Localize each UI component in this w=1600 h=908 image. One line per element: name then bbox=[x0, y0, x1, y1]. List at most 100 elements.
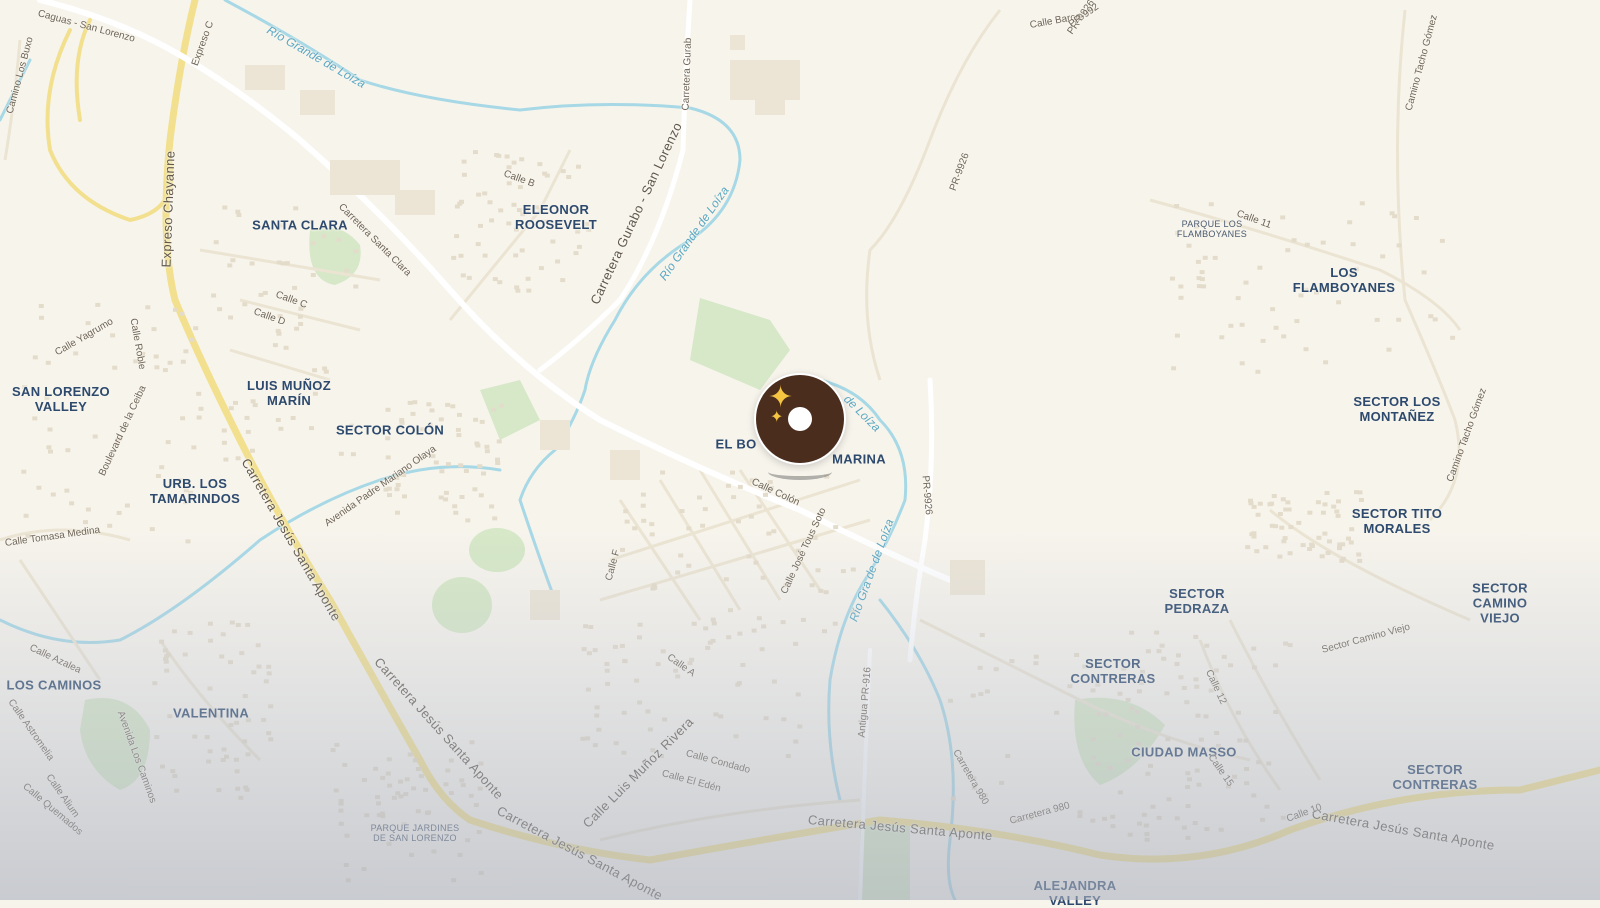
house bbox=[338, 451, 344, 456]
house bbox=[415, 767, 421, 771]
house bbox=[21, 469, 27, 474]
house bbox=[1110, 824, 1116, 829]
house bbox=[151, 327, 157, 332]
house bbox=[1033, 661, 1039, 666]
house bbox=[454, 204, 460, 209]
map-view[interactable]: SANTA CLARA ELEONOR ROOSEVELT SAN LORENZO … bbox=[0, 0, 1600, 908]
house bbox=[23, 513, 29, 518]
house bbox=[1136, 689, 1142, 694]
house bbox=[1320, 510, 1326, 515]
house bbox=[728, 608, 733, 613]
house bbox=[1181, 686, 1187, 690]
house bbox=[1174, 662, 1180, 666]
house bbox=[154, 735, 160, 739]
house bbox=[309, 426, 314, 431]
house bbox=[1186, 243, 1192, 248]
house bbox=[429, 408, 435, 413]
house bbox=[239, 651, 245, 656]
house bbox=[1347, 220, 1353, 225]
house bbox=[278, 426, 284, 431]
house bbox=[445, 768, 451, 773]
house bbox=[1273, 710, 1279, 714]
house bbox=[456, 433, 462, 438]
house bbox=[797, 724, 803, 729]
house bbox=[387, 783, 393, 788]
house bbox=[179, 311, 185, 316]
house bbox=[234, 769, 240, 774]
house bbox=[621, 710, 627, 715]
house bbox=[224, 754, 229, 759]
house bbox=[1174, 204, 1180, 208]
house bbox=[234, 720, 240, 725]
house bbox=[1374, 317, 1380, 322]
place-label-santa-clara: SANTA CLARA bbox=[252, 217, 348, 233]
house bbox=[256, 664, 262, 669]
house bbox=[380, 814, 386, 819]
house bbox=[1243, 280, 1249, 285]
house bbox=[1432, 317, 1438, 322]
house bbox=[637, 700, 643, 705]
place-label-marina: MARINA bbox=[832, 451, 886, 467]
house bbox=[207, 749, 213, 754]
place-label-valentina: VALENTINA bbox=[172, 705, 250, 721]
house bbox=[387, 493, 392, 498]
house bbox=[438, 417, 444, 422]
house bbox=[477, 464, 483, 469]
house bbox=[970, 693, 976, 698]
house bbox=[1110, 814, 1116, 819]
house bbox=[1143, 823, 1149, 828]
house bbox=[407, 400, 413, 405]
house bbox=[771, 679, 777, 684]
house bbox=[481, 471, 486, 476]
house bbox=[479, 419, 485, 424]
house bbox=[208, 638, 214, 643]
house bbox=[172, 307, 178, 312]
house bbox=[321, 234, 327, 239]
house bbox=[1255, 512, 1261, 517]
house bbox=[519, 248, 525, 253]
house bbox=[740, 663, 746, 667]
house bbox=[32, 355, 38, 360]
house bbox=[660, 470, 666, 475]
house bbox=[344, 833, 350, 838]
house bbox=[544, 173, 550, 178]
location-marker[interactable]: ✦ ✦ bbox=[754, 373, 846, 465]
house bbox=[978, 692, 984, 697]
carretera-gurabo-road bbox=[537, 0, 693, 373]
house bbox=[465, 518, 471, 523]
house bbox=[1174, 816, 1180, 821]
house bbox=[221, 440, 227, 445]
house bbox=[756, 504, 762, 509]
house bbox=[736, 681, 742, 686]
house bbox=[604, 662, 610, 666]
marker-shadow bbox=[768, 464, 832, 480]
house bbox=[410, 411, 416, 416]
house bbox=[634, 678, 640, 683]
house bbox=[1237, 738, 1243, 743]
house bbox=[1254, 549, 1260, 554]
house bbox=[1033, 654, 1039, 659]
house bbox=[1335, 513, 1341, 518]
house bbox=[345, 878, 351, 883]
house bbox=[189, 337, 195, 342]
house bbox=[815, 568, 821, 573]
house bbox=[793, 641, 799, 646]
house bbox=[404, 777, 410, 782]
house bbox=[1269, 523, 1275, 528]
house bbox=[691, 621, 697, 626]
house bbox=[1134, 710, 1140, 714]
house bbox=[110, 333, 116, 338]
house bbox=[1221, 654, 1227, 659]
house bbox=[36, 485, 42, 490]
house bbox=[385, 771, 391, 776]
house bbox=[438, 495, 444, 500]
place-label-sector-los-montanez: SECTOR LOS MONTAÑEZ bbox=[1353, 394, 1441, 424]
place-label-ciudad-masso: CIUDAD MASSO bbox=[1131, 744, 1237, 760]
house bbox=[1279, 525, 1285, 530]
house bbox=[1285, 248, 1291, 253]
house bbox=[364, 813, 370, 818]
house bbox=[220, 632, 226, 637]
house bbox=[1256, 760, 1262, 765]
house bbox=[1386, 347, 1392, 352]
house bbox=[193, 326, 199, 331]
